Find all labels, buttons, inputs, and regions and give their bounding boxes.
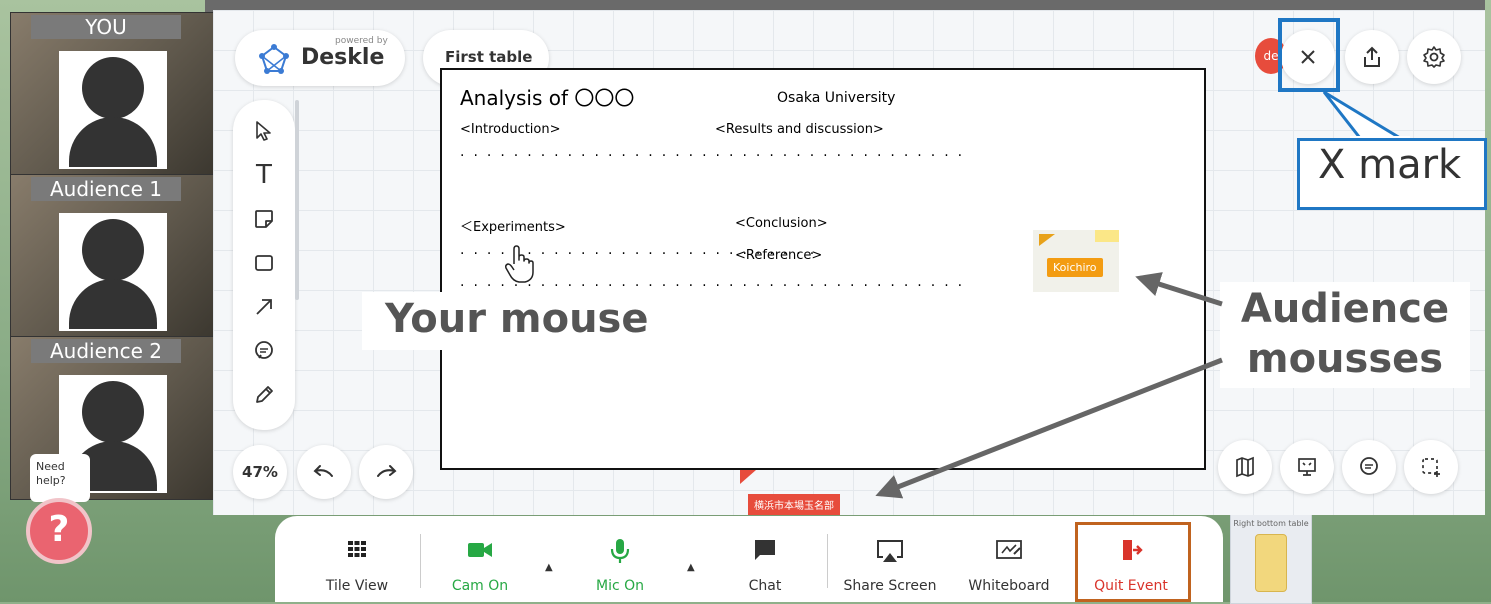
participant-tile-audience-1[interactable]: Audience 1 [10,174,217,338]
right-bottom-table-thumbnail[interactable]: Right bottom table [1230,514,1312,604]
grid-icon [313,538,401,564]
right-bottom-table-label: Right bottom table [1233,519,1309,528]
sticky-note-fragment [1095,230,1119,242]
camera-icon [435,538,525,564]
document-introduction-heading: <Introduction> [460,122,561,137]
redo-icon[interactable] [359,445,413,499]
divider [827,534,828,588]
share-screen-button[interactable]: Share Screen [835,516,945,602]
participant-name: YOU [31,15,181,39]
mic-options-caret-icon[interactable]: ▲ [687,562,695,573]
document-university: Osaka University [777,90,896,106]
brand-name: Deskle [301,45,385,70]
document-conclusion-heading: <Conclusion> [735,216,828,231]
annotation-audience-mouses: Audience mousses [1240,284,1450,384]
cam-on-button[interactable]: Cam On [435,516,525,602]
share-screen-icon [835,538,945,569]
whiteboard-button[interactable]: Whiteboard [961,516,1057,602]
cam-options-caret-icon[interactable]: ▲ [545,562,553,573]
chat-button[interactable]: Chat [725,516,805,602]
table-grid-icon [1255,534,1287,592]
help-tooltip: Need help? [30,454,90,502]
add-area-icon[interactable] [1404,440,1458,494]
document-experiments-heading: ＜Experiments> [460,220,566,235]
cursor-pointer-icon [740,470,756,484]
arrow-icon[interactable] [247,290,281,324]
undo-icon[interactable] [297,445,351,499]
drawing-toolbar: T [233,100,299,430]
cam-on-label: Cam On [451,578,509,594]
chat-label: Chat [748,578,782,594]
table-name: First table [445,48,533,66]
participant-tile-you[interactable]: YOU [10,12,217,176]
document-placeholder-dots: ······································ [460,148,972,164]
rectangle-icon[interactable] [247,246,281,280]
zoom-level-button[interactable]: 47% [233,445,287,499]
tile-view-button[interactable]: Tile View [313,516,401,602]
chat-icon [725,538,805,567]
toolbar-scrollbar[interactable] [295,100,299,300]
deskle-logo: powered by Deskle [235,30,405,86]
participant-name: Audience 2 [31,339,181,363]
microphone-icon [575,538,665,569]
mic-on-button[interactable]: Mic On [575,516,665,602]
annotation-x-mark-highlight [1278,18,1340,92]
gear-icon[interactable] [1407,30,1461,84]
document-results-heading: <Results and discussion> [715,122,884,137]
share-icon[interactable] [1345,30,1399,84]
annotation-quit-highlight [1075,522,1191,602]
whiteboard-label: Whiteboard [968,578,1050,594]
document-title: Analysis of 〇〇〇 [460,86,635,110]
comment-icon[interactable] [247,334,281,368]
tile-view-label: Tile View [325,578,389,594]
whiteboard-icon [961,538,1057,567]
share-screen-label: Share Screen [843,578,937,594]
audience-cursor-label: 横浜市本場玉名部 [748,494,840,515]
participant-name: Audience 1 [31,177,181,201]
presentation-icon[interactable] [1280,440,1334,494]
divider [420,534,421,588]
sticky-note-icon[interactable] [247,202,281,236]
deskle-logo-icon [259,44,289,74]
text-icon[interactable]: T [247,158,281,192]
avatar-icon [59,213,167,331]
hand-cursor-icon [502,244,536,293]
cursor-pointer-icon [1039,234,1055,246]
annotation-your-mouse: Your mouse [385,296,649,342]
comments-icon[interactable] [1342,440,1396,494]
annotation-audience-line1: Audience [1240,286,1450,332]
pen-icon[interactable] [247,378,281,412]
cursor-arrow-icon[interactable] [247,114,281,148]
document-reference-heading: <Reference> [735,248,823,263]
avatar-icon [59,51,167,169]
help-icon[interactable]: ? [26,498,92,564]
mic-on-label: Mic On [595,578,644,594]
annotation-audience-line2: mousses [1246,336,1444,382]
annotation-x-mark: X mark [1318,142,1462,188]
annotation-arrows [875,272,1223,499]
